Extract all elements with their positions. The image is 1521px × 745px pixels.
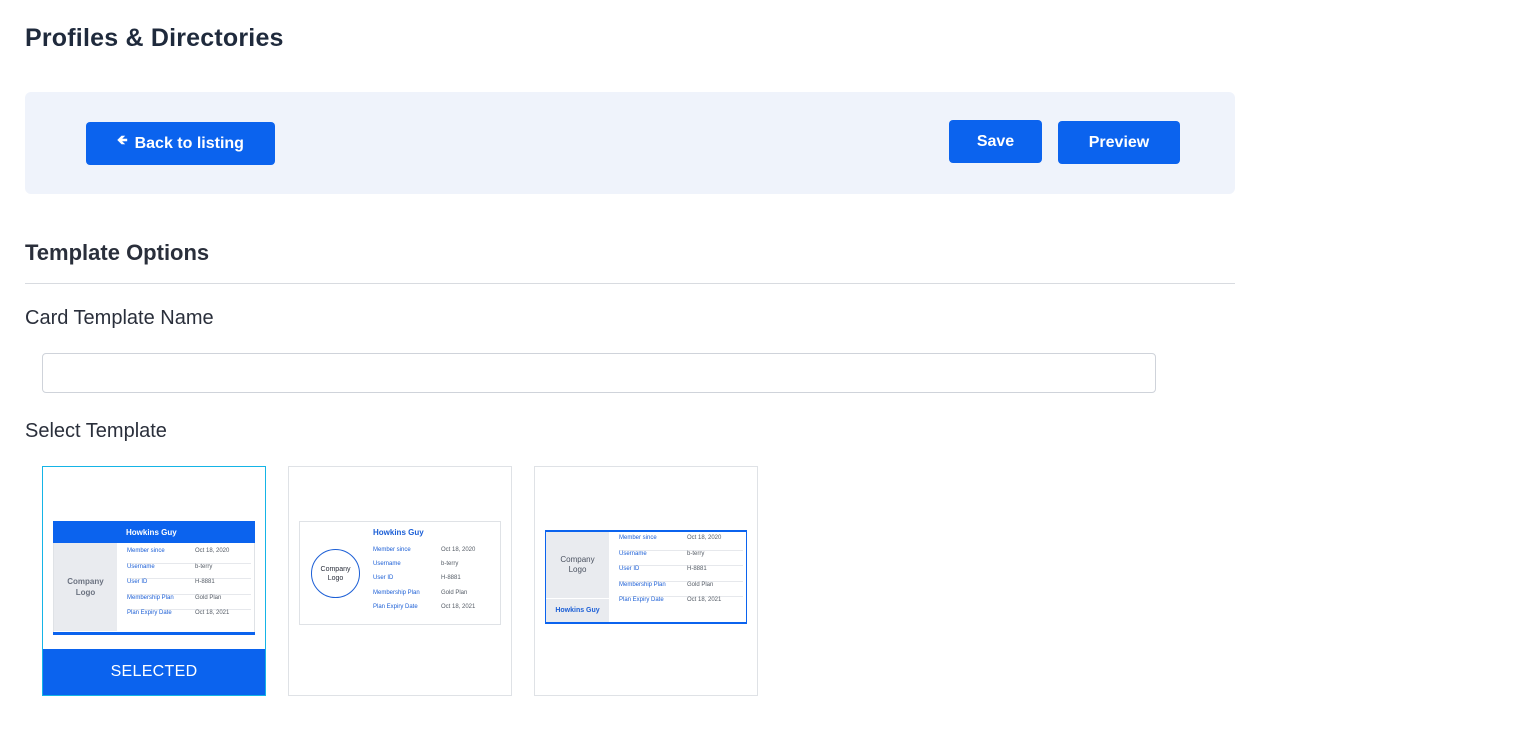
section-divider (25, 283, 1235, 284)
card-fields: Member since Oct 18, 2020 Username b-terry… (619, 535, 743, 619)
field-value: H-8881 (687, 566, 707, 573)
field-value: Gold Plan (441, 589, 468, 596)
field-key: Username (619, 550, 647, 557)
card-field-row: Username b-terry (373, 561, 497, 575)
field-key: Plan Expiry Date (127, 610, 172, 617)
field-key: Membership Plan (127, 594, 174, 601)
field-value: Oct 18, 2020 (687, 535, 722, 541)
card-field-row: Username b-terry (127, 564, 251, 580)
field-key: Plan Expiry Date (619, 597, 664, 604)
logo-text-line1: Company (560, 555, 595, 564)
card-footer-bar (53, 632, 255, 635)
field-value: b-terry (195, 563, 213, 570)
back-to-listing-button[interactable]: 🡸 Back to listing (86, 122, 275, 165)
field-value: Gold Plan (195, 594, 222, 601)
card-template-name-label: Card Template Name (25, 307, 214, 329)
preview-button[interactable]: Preview (1058, 121, 1180, 164)
card-field-row: User ID H-8881 (127, 579, 251, 595)
card-field-row: User ID H-8881 (619, 566, 743, 582)
logo-text-line2: Logo (327, 574, 344, 582)
card-field-row: Membership Plan Gold Plan (373, 590, 497, 604)
select-template-label: Select Template (25, 420, 167, 442)
template-option-1[interactable]: Howkins Guy Company Logo Member since Oct … (42, 466, 266, 696)
selected-badge: SELECTED (43, 649, 265, 695)
card-field-row: Plan Expiry Date Oct 18, 2021 (619, 597, 743, 613)
logo-text-line2: Logo (75, 588, 96, 597)
field-value: Oct 18, 2021 (441, 603, 476, 610)
card-fields: Member since Oct 18, 2020 Username b-terry… (373, 547, 497, 622)
card-field-row: Plan Expiry Date Oct 18, 2021 (127, 610, 251, 626)
logo-text-line2: Logo (568, 565, 587, 574)
field-value: Gold Plan (687, 581, 714, 588)
card-template-name-input[interactable] (42, 353, 1156, 393)
card-field-row: User ID H-8881 (373, 575, 497, 589)
action-toolbar: 🡸 Back to listing Save Preview (25, 92, 1235, 194)
field-key: User ID (619, 566, 640, 573)
company-logo-placeholder: Company Logo (54, 543, 117, 631)
card-field-row: Member since Oct 18, 2020 (373, 547, 497, 561)
field-key: Membership Plan (373, 589, 420, 596)
company-logo-placeholder: Company Logo (311, 549, 360, 598)
field-value: Oct 18, 2020 (195, 548, 230, 554)
field-value: H-8881 (195, 579, 215, 586)
logo-text-line1: Company (67, 577, 104, 586)
field-key: Member since (619, 535, 657, 541)
card-name: Howkins Guy (53, 521, 255, 543)
field-key: Member since (127, 548, 165, 554)
field-key: Username (373, 561, 401, 568)
field-key: User ID (127, 579, 148, 586)
save-button[interactable]: Save (949, 120, 1042, 163)
field-value: b-terry (687, 550, 705, 557)
field-value: H-8881 (441, 575, 461, 582)
template-option-3[interactable]: Company Logo Howkins Guy Member since Oct … (534, 466, 758, 696)
back-to-listing-label: Back to listing (134, 134, 244, 152)
field-key: Membership Plan (619, 581, 666, 588)
template-preview-card: Company Logo Howkins Guy Member since Oct … (299, 521, 501, 625)
logo-text-line1: Company (320, 565, 351, 573)
page-title: Profiles & Directories (25, 24, 284, 52)
template-options-heading: Template Options (25, 240, 210, 265)
field-value: Oct 18, 2021 (195, 610, 230, 617)
field-value: Oct 18, 2020 (441, 547, 476, 553)
card-field-row: Membership Plan Gold Plan (127, 595, 251, 611)
company-logo-placeholder: Company Logo (546, 532, 609, 598)
card-field-row: Membership Plan Gold Plan (619, 582, 743, 598)
card-field-row: Plan Expiry Date Oct 18, 2021 (373, 604, 497, 618)
card-field-row: Member since Oct 18, 2020 (127, 548, 251, 564)
field-key: Member since (373, 547, 411, 553)
field-value: Oct 18, 2021 (687, 597, 722, 604)
field-key: User ID (373, 575, 394, 582)
card-name: Howkins Guy (373, 528, 424, 537)
template-preview-card: Howkins Guy Company Logo Member since Oct … (53, 521, 255, 635)
field-key: Username (127, 563, 155, 570)
arrow-left-icon: 🡸 (117, 132, 128, 147)
field-key: Plan Expiry Date (373, 603, 418, 610)
template-option-2[interactable]: Company Logo Howkins Guy Member since Oct … (288, 466, 512, 696)
field-value: b-terry (441, 561, 459, 568)
card-field-row: Member since Oct 18, 2020 (619, 535, 743, 551)
card-field-row: Username b-terry (619, 551, 743, 567)
card-name: Howkins Guy (546, 598, 609, 622)
template-preview-card: Company Logo Howkins Guy Member since Oct … (545, 530, 747, 624)
card-fields: Member since Oct 18, 2020 Username b-terry… (127, 548, 251, 628)
